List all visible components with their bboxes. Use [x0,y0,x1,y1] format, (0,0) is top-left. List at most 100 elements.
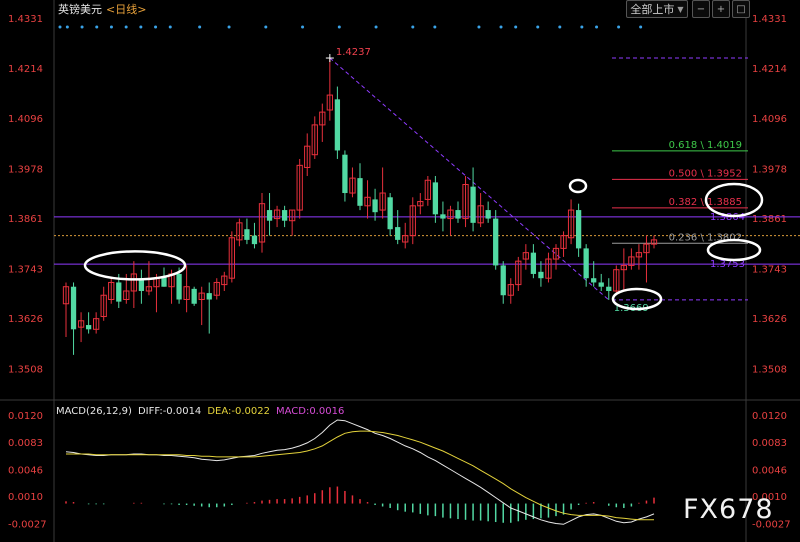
period-label[interactable]: <日线> [106,1,146,17]
candle-body [575,210,582,249]
candle-body [70,286,77,330]
market-dropdown-label: 全部上市 [630,3,675,16]
price-tick-label-left: 1.3743 [8,264,43,275]
event-dot [109,25,113,29]
event-dot [58,25,62,29]
macd-axis: 0.0120 0.0120 0.0083 0.0083 0.0046 0.0046 0.00… [8,411,791,531]
event-dot [536,25,540,29]
chart-frame [0,0,800,542]
macd-params: MACD(26,12,9) [56,406,132,417]
candle-body [206,293,212,300]
candle-body [583,248,589,279]
candle-body [598,282,604,287]
candle-body [116,282,122,302]
event-dot [337,25,341,29]
candle-body [485,210,491,219]
dea-line [66,430,654,521]
event-dot [639,25,643,29]
fib-label: 0.618 \ 1.4019 [669,140,742,151]
chart-canvas: 1.4331 1.4331 1.4214 1.4214 1.4096 1.4096 1.39… [0,0,800,542]
event-dot [227,25,231,29]
candle-body [85,325,92,330]
candle-body [244,229,250,240]
price-tick-label-right: 1.3626 [752,314,787,325]
resistance-label: 1.3864 [710,212,745,223]
candle-body [493,218,499,266]
candle-body [357,178,363,206]
event-dot [124,25,128,29]
candle-body [538,271,544,279]
macd-diff-value: DIFF:-0.0014 [137,406,202,417]
price-tick-label-left: 1.4214 [8,64,43,75]
event-dot [558,25,562,29]
price-axis: 1.4331 1.4331 1.4214 1.4214 1.4096 1.4096 1.39… [8,14,787,375]
candle-body [176,273,182,300]
fib-label: 0.500 \ 1.3952 [669,168,742,179]
candle-body [500,265,506,296]
macd-dea-value: DEA:-0.0022 [207,406,270,417]
price-tick-label-right: 1.3978 [752,164,787,175]
chart-header: 英镑美元 <日线> [58,1,146,17]
price-levels: 0.618 \ 1.40190.500 \ 1.39520.382 \ 1.38… [54,57,800,301]
macd-tick-label-left: 0.0046 [8,466,43,477]
event-dot [433,25,437,29]
price-tick-label-left: 1.3508 [8,364,43,375]
event-dot [301,25,305,29]
macd-tick-label-right: 0.0083 [752,438,787,449]
highlight-ellipse [83,250,187,281]
candle-body [191,288,197,304]
event-dot [168,25,172,29]
event-dots-row [58,25,643,29]
macd-panel [65,419,655,525]
candle-body [395,227,401,240]
expand-icon[interactable]: □ [732,0,750,18]
price-tick-label-left: 1.3861 [8,214,43,225]
candle-body [266,210,273,221]
instrument-title: 英镑美元 [58,3,102,16]
event-dot [617,25,621,29]
candle-body [281,210,288,221]
candle-body [342,154,348,194]
event-dot [154,25,158,29]
event-dot [65,25,69,29]
event-dot [95,25,99,29]
price-tick-label-right: 1.3508 [752,364,787,375]
event-dot [411,25,415,29]
candle-body [470,186,476,223]
event-dot [139,25,143,29]
minus-icon[interactable]: − [692,0,710,18]
event-dot [499,25,503,29]
candle-body [606,286,612,291]
event-dot [595,25,599,29]
event-dot [374,25,378,29]
market-dropdown[interactable]: 全部上市 ▼ [626,0,688,18]
price-tick-label-left: 1.3978 [8,164,43,175]
price-tick-label-right: 1.4096 [752,114,787,125]
candle-body [387,197,393,230]
macd-tick-label-left: 0.0083 [8,438,43,449]
event-dot [514,25,518,29]
candlestick-series [62,58,658,355]
highlight-ellipse [568,178,588,194]
watermark-logo: FX678 [683,494,774,525]
price-tick-label-right: 1.4214 [752,64,787,75]
candle-body [372,199,378,213]
price-tick-label-right: 1.4331 [752,14,787,25]
candle-body [440,214,446,219]
event-dot [264,25,268,29]
price-tick-label-left: 1.4096 [8,114,43,125]
price-tick-label-left: 1.3626 [8,314,43,325]
plus-icon[interactable]: + [712,0,730,18]
price-tick-label-right: 1.3743 [752,264,787,275]
candle-body [455,210,461,219]
macd-tick-label-left: 0.0010 [8,492,43,503]
high-label: 1.4237 [336,47,371,58]
candle-body [334,99,341,151]
trend-line [329,57,610,301]
candle-body [251,235,258,245]
macd-tick-label-left: 0.0120 [8,411,43,422]
event-dot [580,25,584,29]
event-dot [80,25,84,29]
price-tick-label-right: 1.3861 [752,214,787,225]
candle-body [432,182,439,215]
